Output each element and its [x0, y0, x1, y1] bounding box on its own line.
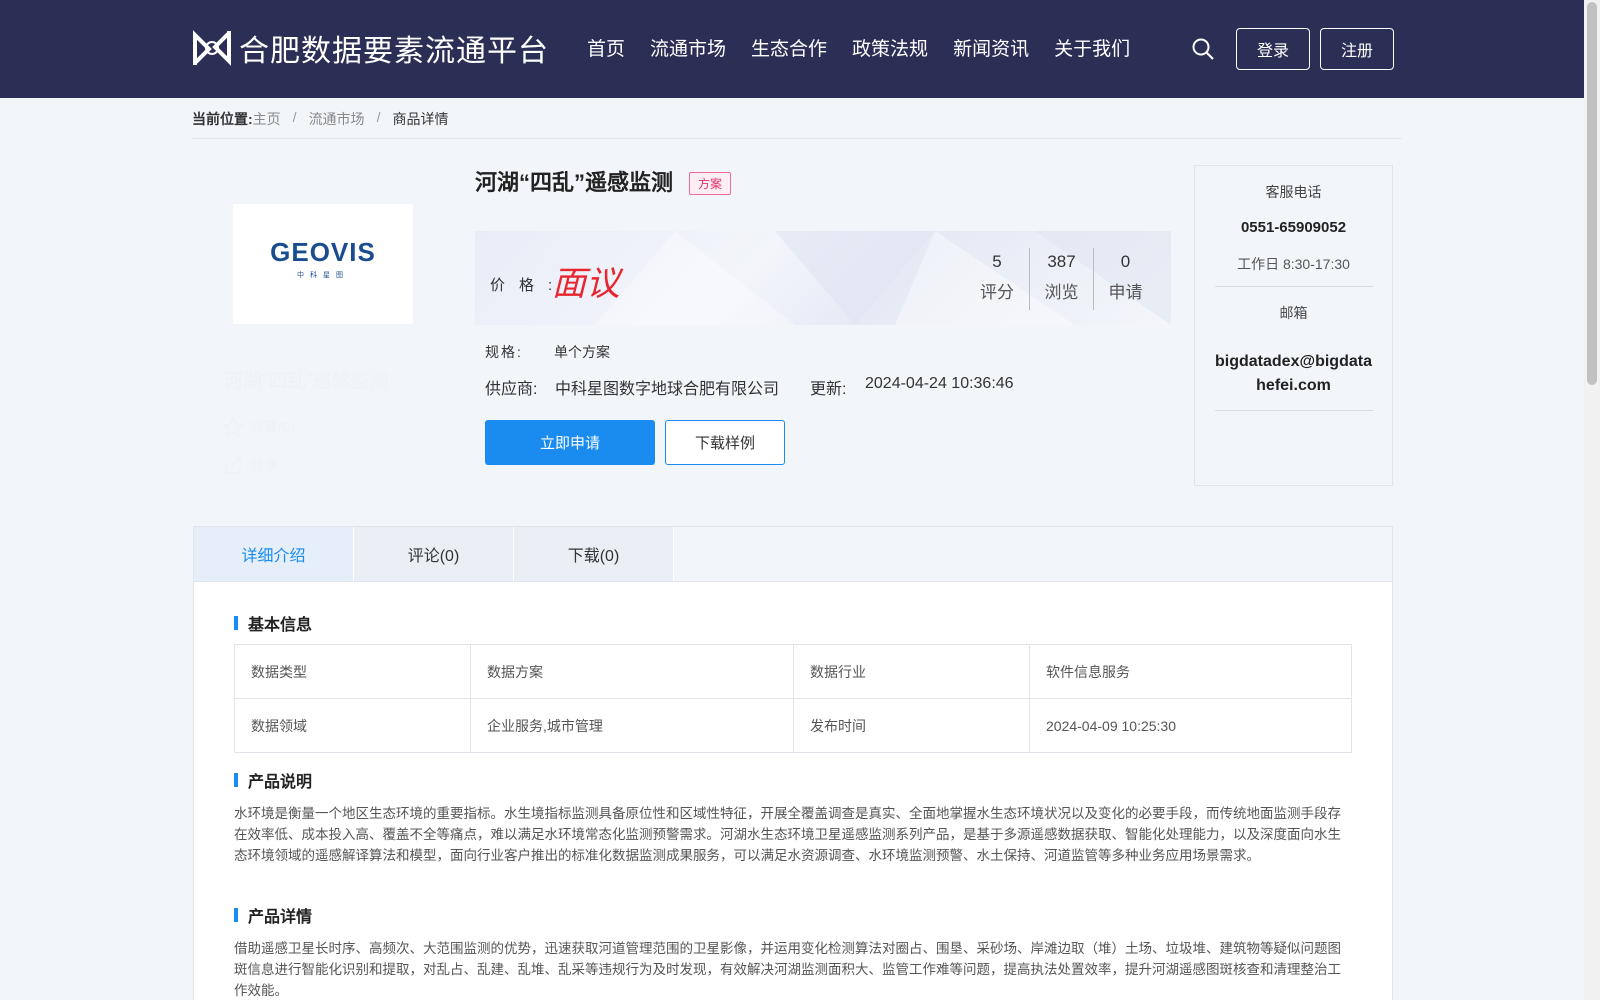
tab-comments[interactable]: 评论(0) [354, 527, 514, 581]
divider [1214, 286, 1373, 287]
table-cell: 数据行业 [793, 644, 1030, 699]
product-stats: 5 评分 387 浏览 0 申请 [965, 248, 1157, 310]
nav-news[interactable]: 新闻资讯 [953, 34, 1029, 61]
table-cell: 企业服务,城市管理 [470, 698, 794, 753]
tab-downloads[interactable]: 下载(0) [514, 527, 674, 581]
search-icon[interactable] [1191, 37, 1215, 61]
price-value: 面议 [552, 264, 620, 304]
table-cell: 2024-04-09 10:25:30 [1029, 698, 1352, 753]
phone-label: 客服电话 [1265, 184, 1322, 200]
star-icon [222, 416, 244, 438]
nav-ecosystem[interactable]: 生态合作 [751, 34, 827, 61]
site-logo[interactable]: 合肥数据要素流通平台 [191, 26, 549, 70]
supplier-label: 供应商: [485, 381, 538, 398]
share-button[interactable]: 分享 [222, 454, 278, 476]
supplier-value: 中科星图数字地球合肥有限公司 [555, 381, 780, 398]
page-scrollbar[interactable] [1584, 0, 1600, 1000]
nav-about[interactable]: 关于我们 [1054, 34, 1130, 61]
table-row: 数据类型 数据方案 数据行业 软件信息服务 [234, 644, 1352, 699]
logo-mark-icon [191, 27, 233, 69]
table-cell: 数据类型 [234, 644, 471, 699]
table-cell: 软件信息服务 [1029, 644, 1352, 699]
updated-label: 更新: [810, 381, 847, 398]
login-button[interactable]: 登录 [1236, 28, 1310, 70]
top-header: 合肥数据要素流通平台 首页 流通市场 生态合作 政策法规 新闻资讯 关于我们 登… [0, 0, 1584, 98]
breadcrumb-separator: / [376, 109, 381, 125]
geovis-logo: GEOVIS 中科星图 [270, 237, 376, 279]
stat-applications: 0 申请 [1093, 248, 1157, 310]
product-description-heading: 产品说明 [234, 768, 312, 792]
basic-info-table: 数据类型 数据方案 数据行业 软件信息服务 数据领域 企业服务,城市管理 发布时… [234, 644, 1352, 753]
product-type-badge: 方案 [689, 172, 732, 195]
breadcrumb-current: 商品详情 [392, 111, 449, 127]
divider [1214, 410, 1373, 411]
breadcrumb-market[interactable]: 流通市场 [309, 109, 365, 138]
share-icon [224, 456, 242, 474]
product-description-text: 水环境是衡量一个地区生态环境的重要指标。水生境指标监测具备原位性和区域性特征，开… [234, 806, 1341, 863]
nav-policy[interactable]: 政策法规 [852, 34, 928, 61]
email-label: 邮箱 [1279, 305, 1308, 321]
product-logo: GEOVIS 中科星图 [233, 204, 413, 324]
site-title: 合肥数据要素流通平台 [239, 34, 549, 69]
supplier-row: 供应商: 中科星图数字地球合肥有限公司 更新: 2024-04-24 10:36… [485, 375, 1014, 399]
product-detail-text: 借助遥感卫星长时序、高频次、大范围监测的优势，迅速获取河道管理范围的卫星影像，并… [234, 941, 1341, 998]
email-address: bigdatadex@bigdatahefei.com [1215, 353, 1372, 394]
table-row: 数据领域 企业服务,城市管理 发布时间 2024-04-09 10:25:30 [234, 698, 1352, 753]
spec-label: 规格: [485, 344, 523, 360]
nav-market[interactable]: 流通市场 [650, 34, 726, 61]
breadcrumb-separator: / [292, 109, 297, 125]
product-title: 河湖“四乱”遥感监测 [475, 170, 674, 195]
spec-row: 规格: 单个方案 [485, 342, 610, 362]
service-hours: 工作日 8:30-17:30 [1237, 256, 1350, 272]
price-panel: 价格: 面议 5 评分 387 浏览 0 申请 [475, 231, 1171, 325]
favorite-button[interactable]: 收藏(0) [222, 416, 295, 438]
main-nav: 首页 流通市场 生态合作 政策法规 新闻资讯 关于我们 [587, 34, 1155, 61]
table-cell: 数据方案 [470, 644, 794, 699]
breadcrumb-label: 当前位置: [192, 111, 253, 127]
phone-number: 0551-65909052 [1240, 219, 1347, 236]
favorite-label: 收藏(0) [250, 419, 296, 435]
tab-details[interactable]: 详细介绍 [194, 527, 354, 581]
download-sample-button[interactable]: 下载样例 [665, 420, 785, 465]
contact-card: 客服电话 0551-65909052 工作日 8:30-17:30 邮箱 big… [1194, 165, 1393, 486]
detail-panel: 详细介绍 评论(0) 下载(0) 基本信息 数据类型 数据方案 数据行业 软件信… [193, 526, 1393, 1000]
basic-info-heading: 基本信息 [234, 611, 312, 635]
stat-rating: 5 评分 [980, 252, 1014, 302]
share-label: 分享 [250, 457, 278, 473]
detail-tabs: 详细介绍 评论(0) 下载(0) [194, 527, 1392, 582]
scrollbar-thumb[interactable] [1587, 2, 1597, 385]
apply-now-button[interactable]: 立即申请 [485, 420, 655, 465]
updated-value: 2024-04-24 10:36:46 [865, 375, 1014, 392]
nav-home[interactable]: 首页 [587, 34, 625, 61]
breadcrumb-home[interactable]: 主页 [253, 109, 281, 138]
stat-views: 387 浏览 [1029, 248, 1093, 310]
spec-value: 单个方案 [554, 344, 610, 360]
product-side-title: 河湖“四乱”遥感监测 [224, 371, 389, 392]
breadcrumb: 当前位置: 主页 / 流通市场 / 商品详情 [192, 109, 1402, 139]
product-detail-heading: 产品详情 [234, 903, 312, 927]
table-cell: 数据领域 [234, 698, 471, 753]
register-button[interactable]: 注册 [1320, 28, 1394, 70]
table-cell: 发布时间 [793, 698, 1030, 753]
